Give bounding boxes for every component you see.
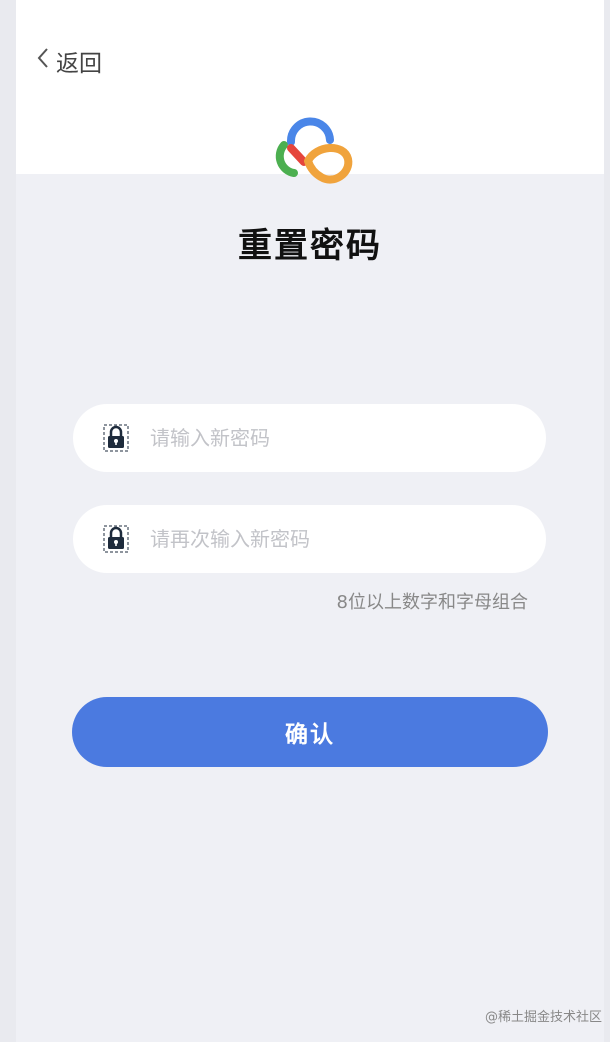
- reset-password-page: 返回 重置密码 8位以上数字和字母组合 确认 @稀土掘金技术社区: [16, 0, 604, 1042]
- back-button[interactable]: 返回: [36, 44, 102, 78]
- lock-icon: [103, 424, 129, 452]
- confirm-password-field[interactable]: [73, 505, 546, 573]
- new-password-field[interactable]: [73, 404, 546, 472]
- chevron-left-icon: [36, 46, 50, 76]
- new-password-input[interactable]: [148, 425, 512, 451]
- confirm-button[interactable]: 确认: [72, 697, 548, 767]
- watermark: @稀土掘金技术社区: [484, 1010, 602, 1025]
- page-title: 重置密码: [238, 226, 382, 266]
- app-logo: [266, 115, 356, 187]
- back-label: 返回: [56, 51, 102, 77]
- confirm-password-input[interactable]: [148, 526, 512, 552]
- lock-icon: [103, 525, 129, 553]
- password-hint: 8位以上数字和字母组合: [336, 592, 528, 613]
